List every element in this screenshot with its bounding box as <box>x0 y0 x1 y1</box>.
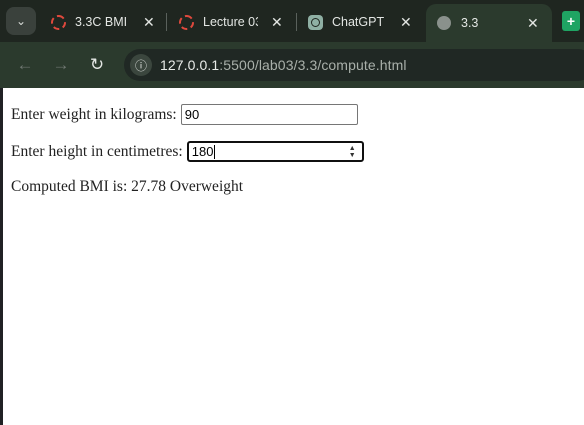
spinner-up-icon[interactable]: ▲ <box>349 145 356 152</box>
text-caret <box>214 144 216 159</box>
tab-title: 3.3C BMI <box>75 15 128 29</box>
height-input[interactable]: 180 ▲ ▼ <box>186 141 364 162</box>
info-icon[interactable]: ⓘ <box>130 54 152 76</box>
tab-3-3-active[interactable]: 3.3 ✕ <box>426 4 552 42</box>
weight-label: Enter weight in kilograms: <box>11 105 177 123</box>
number-spinner[interactable]: ▲ ▼ <box>349 145 356 159</box>
result-row: Computed BMI is: 27.78 Overweight <box>11 178 243 196</box>
arrow-right-icon: → <box>52 55 70 74</box>
tab-search-button[interactable]: ⌄ <box>6 7 36 35</box>
tab-3-3c-bmi[interactable]: 3.3C BMI ✕ <box>50 6 162 38</box>
chatgpt-icon <box>307 14 323 30</box>
tab-lecture-03[interactable]: Lecture 03 ✕ <box>178 6 288 38</box>
tab-divider <box>166 13 167 31</box>
sheets-icon[interactable]: + <box>562 11 580 31</box>
tab-strip: ⌄ 3.3C BMI ✕ Lecture 03 ✕ ChatGPT ✕ 3.3 … <box>0 0 584 42</box>
weight-input[interactable]: 90 <box>180 104 358 125</box>
weight-row: Enter weight in kilograms: 90 <box>11 104 358 125</box>
ring-icon <box>50 14 66 30</box>
close-icon[interactable]: ✕ <box>527 15 539 32</box>
height-label: Enter height in centimetres: <box>11 142 183 160</box>
url-host: 127.0.0.1 <box>160 57 220 73</box>
globe-icon <box>436 15 452 31</box>
url-path: :5500/lab03/3.3/compute.html <box>219 57 407 73</box>
ring-icon <box>178 14 194 30</box>
url-text[interactable]: 127.0.0.1:5500/lab03/3.3/compute.html <box>160 57 407 73</box>
close-icon[interactable]: ✕ <box>143 14 155 31</box>
reload-button[interactable]: ↻ <box>84 52 110 78</box>
bmi-result: Computed BMI is: 27.78 Overweight <box>11 178 244 195</box>
tab-title: 3.3 <box>461 16 479 30</box>
address-bar[interactable]: ⓘ 127.0.0.1:5500/lab03/3.3/compute.html <box>124 49 584 81</box>
chevron-down-icon: ⌄ <box>15 14 27 28</box>
weight-value: 90 <box>184 107 200 122</box>
tab-title: ChatGPT <box>332 15 385 29</box>
browser-toolbar: ← → ↻ ⓘ 127.0.0.1:5500/lab03/3.3/compute… <box>0 42 584 88</box>
spinner-down-icon[interactable]: ▼ <box>349 152 356 159</box>
tab-divider <box>296 13 297 31</box>
back-button[interactable]: ← <box>12 52 38 78</box>
arrow-left-icon: ← <box>16 55 34 74</box>
forward-button[interactable]: → <box>48 52 74 78</box>
tab-chatgpt[interactable]: ChatGPT ✕ <box>307 6 417 38</box>
close-icon[interactable]: ✕ <box>271 14 283 31</box>
page-content: Enter weight in kilograms: 90 Enter heig… <box>3 88 584 425</box>
reload-icon: ↻ <box>89 55 105 74</box>
height-value: 180 <box>191 144 214 159</box>
close-icon[interactable]: ✕ <box>400 14 412 31</box>
height-row: Enter height in centimetres: 180 ▲ ▼ <box>11 141 364 162</box>
tab-title: Lecture 03 <box>203 15 258 29</box>
